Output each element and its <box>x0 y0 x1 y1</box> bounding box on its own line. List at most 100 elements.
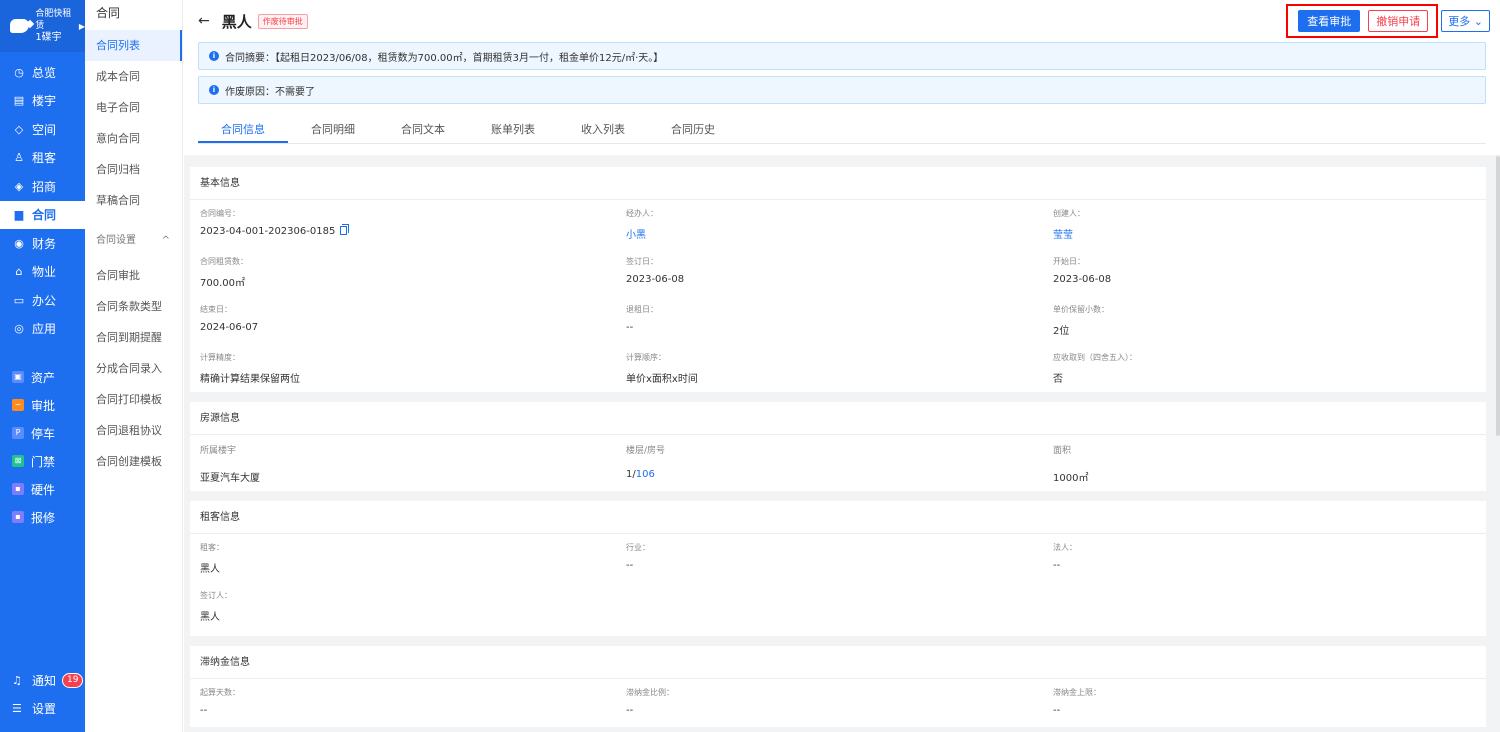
info-icon: i <box>209 51 219 61</box>
section-title: 房源信息 <box>190 402 1486 435</box>
field-tenant: 租客： 黑人 <box>200 543 224 575</box>
menu-icon: ☰ <box>12 701 22 715</box>
sidebar-app-repair[interactable]: ▪ 报修 <box>0 503 85 531</box>
sidebar-item-space[interactable]: ◇ 空间 <box>0 115 85 144</box>
back-arrow-icon[interactable]: ← <box>198 13 210 29</box>
sidebar-app-approval[interactable]: ~ 审批 <box>0 391 85 419</box>
sidebar-item-office[interactable]: ▭ 办公 <box>0 286 85 315</box>
contract-submenu: 合同 合同列表 成本合同 电子合同 意向合同 合同归档 草稿合同 合同设置 ^ 合… <box>85 0 183 732</box>
room-link[interactable]: 106 <box>636 469 655 480</box>
late-fee-card: 滞纳金信息 起算天数： -- 滞纳金比例： -- 滞纳金上限： -- <box>190 646 1486 727</box>
submenu-item-intent-contract[interactable]: 意向合同 <box>85 123 182 154</box>
tab-bill-list[interactable]: 账单列表 <box>468 120 558 143</box>
submenu-item-clause-types[interactable]: 合同条款类型 <box>85 291 182 322</box>
sidebar-notifications[interactable]: ♫ 通知 19 <box>0 666 85 694</box>
sidebar-item-apps[interactable]: ◎ 应用 <box>0 315 85 344</box>
sidebar-item-contract[interactable]: ▆ 合同 <box>0 200 85 229</box>
money-icon: ◉ <box>14 236 24 250</box>
chevron-down-icon: ⌄ <box>1473 15 1483 28</box>
approval-icon: ~ <box>12 399 24 411</box>
submenu-item-create-template[interactable]: 合同创建模板 <box>85 446 182 477</box>
field-lease-area: 合同租赁数： 700.00㎡ <box>200 257 248 289</box>
sidebar-app-hardware[interactable]: ▪ 硬件 <box>0 475 85 503</box>
more-dropdown-button[interactable]: 更多 ⌄ <box>1441 10 1490 32</box>
house-info-card: 房源信息 所属楼宇 亚夏汽车大厦 楼层/房号 1/106 面积 1000㎡ <box>190 402 1486 491</box>
creator-link[interactable]: 莹莹 <box>1053 226 1476 241</box>
handler-link[interactable]: 小黑 <box>626 226 1053 241</box>
sidebar-item-leasing[interactable]: ◈ 招商 <box>0 172 85 201</box>
revoke-request-button[interactable]: 撤销申请 <box>1368 10 1429 32</box>
tenant-info-card: 租客信息 租客： 黑人 行业： -- 法人： -- 签订人： 黑人 <box>190 501 1486 636</box>
sidebar-app-assets[interactable]: ▣ 资产 <box>0 363 85 391</box>
submenu-item-e-contract[interactable]: 电子合同 <box>85 92 182 123</box>
home-icon: ⌂ <box>15 265 23 279</box>
main-area: ← 黑人 作废待审批 查看审批 撤销申请 更多 ⌄ i 合同摘要：【起租日2023… <box>184 0 1500 732</box>
sidebar-app-access[interactable]: ⊠ 门禁 <box>0 447 85 475</box>
submenu-item-contract-list[interactable]: 合同列表 <box>85 30 182 61</box>
field-precision: 计算精度： 精确计算结果保留两位 <box>200 353 300 385</box>
sidebar-item-building[interactable]: ▤ 楼宇 <box>0 87 85 116</box>
contract-summary-notice: i 合同摘要：【起租日2023/06/08，租赁数为700.00㎡，首期租赁3月一… <box>198 42 1486 70</box>
sidebar-app-parking[interactable]: P 停车 <box>0 419 85 447</box>
sidebar-settings[interactable]: ☰ 设置 <box>0 694 85 722</box>
assets-icon: ▣ <box>12 371 24 383</box>
document-icon: ▆ <box>14 208 24 222</box>
submenu-item-archive[interactable]: 合同归档 <box>85 154 182 185</box>
submenu-item-termination[interactable]: 合同退租协议 <box>85 415 182 446</box>
field-checkout-date: 退租日： -- <box>626 305 658 333</box>
field-signer: 签订人： 黑人 <box>200 591 232 623</box>
hardware-icon: ▪ <box>12 483 24 495</box>
submenu-item-expiry-reminder[interactable]: 合同到期提醒 <box>85 322 182 353</box>
info-icon: i <box>209 85 219 95</box>
submenu-item-cost-contract[interactable]: 成本合同 <box>85 61 182 92</box>
cube-icon: ◇ <box>14 122 24 136</box>
field-calc-order: 计算顺序： 单价x面积x时间 <box>626 353 698 385</box>
tab-income-list[interactable]: 收入列表 <box>558 120 648 143</box>
tab-contract-detail[interactable]: 合同明细 <box>288 120 378 143</box>
sidebar-item-overview[interactable]: ◷ 总览 <box>0 58 85 87</box>
field-price-decimals: 单价保留小数： 2位 <box>1053 305 1109 337</box>
submenu-item-approval[interactable]: 合同审批 <box>85 260 182 291</box>
section-title: 滞纳金信息 <box>190 646 1486 679</box>
vertical-scrollbar[interactable] <box>1496 156 1500 436</box>
section-title: 基本信息 <box>190 167 1486 200</box>
field-start-date: 开始日： 2023-06-08 <box>1053 257 1112 285</box>
main-sidebar: 合肥快租赁 1碟宇 ▶ ◷ 总览 ▤ 楼宇 ◇ 空间 ♙ 租客 ◈ 招商 ▆ 合同 ◉ 财务 … <box>0 0 85 732</box>
status-badge: 作废待审批 <box>257 13 308 29</box>
notification-count-badge: 19 <box>62 672 84 688</box>
tab-contract-history[interactable]: 合同历史 <box>648 120 738 143</box>
field-area: 面积 1000㎡ <box>1053 446 1089 484</box>
sidebar-item-tenant[interactable]: ♙ 租客 <box>0 144 85 173</box>
field-sign-date: 签订日： 2023-06-08 <box>626 257 685 285</box>
section-title: 租客信息 <box>190 501 1486 534</box>
field-start-days: 起算天数： -- <box>200 688 240 716</box>
submenu-item-draft[interactable]: 草稿合同 <box>85 185 182 216</box>
repair-icon: ▪ <box>12 511 24 523</box>
chevron-up-icon: ^ <box>161 235 170 246</box>
dashboard-icon: ◷ <box>14 65 24 79</box>
submenu-item-print-template[interactable]: 合同打印模板 <box>85 384 182 415</box>
submenu-item-share-entry[interactable]: 分成合同录入 <box>85 353 182 384</box>
bell-icon: ♫ <box>12 673 22 687</box>
view-approval-button[interactable]: 查看审批 <box>1298 10 1361 32</box>
detail-tabs: 合同信息 合同明细 合同文本 账单列表 收入列表 合同历史 <box>198 120 1486 144</box>
sidebar-item-property[interactable]: ⌂ 物业 <box>0 258 85 287</box>
app-icon: ◎ <box>14 322 24 336</box>
field-late-cap: 滞纳金上限： -- <box>1053 688 1101 716</box>
copy-icon[interactable] <box>340 224 350 235</box>
sidebar-item-finance[interactable]: ◉ 财务 <box>0 229 85 258</box>
basic-info-card: 基本信息 合同编号： 2023-04-001-202306-0185 经办人： 小黑… <box>190 167 1486 392</box>
detail-header: ← 黑人 作废待审批 查看审批 撤销申请 更多 ⌄ i 合同摘要：【起租日2023… <box>184 0 1500 155</box>
tag-icon: ◈ <box>14 179 24 193</box>
tab-contract-text[interactable]: 合同文本 <box>378 120 468 143</box>
field-building: 所属楼宇 亚夏汽车大厦 <box>200 446 260 484</box>
field-legal-person: 法人： -- <box>1053 543 1077 571</box>
submenu-group-settings[interactable]: 合同设置 ^ <box>85 216 182 260</box>
parking-icon: P <box>12 427 24 439</box>
brand-switcher[interactable]: 合肥快租赁 1碟宇 ▶ <box>0 0 85 52</box>
monitor-icon: ▭ <box>13 293 25 307</box>
tab-contract-info[interactable]: 合同信息 <box>198 120 288 143</box>
field-handler: 经办人： 小黑 <box>626 200 1053 248</box>
highlight-box: 查看审批 撤销申请 <box>1286 4 1439 38</box>
submenu-title: 合同 <box>96 6 121 20</box>
